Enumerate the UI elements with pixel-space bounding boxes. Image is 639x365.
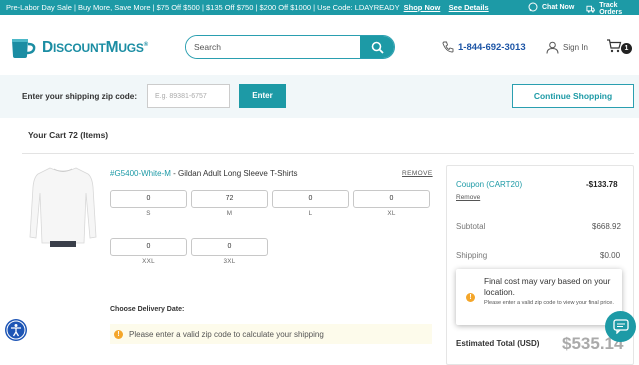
subtotal-label: Subtotal [456, 222, 486, 231]
sign-in-link[interactable]: Sign In [546, 41, 588, 54]
cart-count-badge: 1 [621, 43, 632, 54]
final-cost-tooltip: ! Final cost may vary based on your loca… [456, 269, 622, 325]
logo[interactable]: DISCOUNTMUGS® [8, 37, 148, 59]
accessibility-icon [6, 320, 26, 340]
accessibility-button[interactable] [5, 319, 27, 341]
size-label-3xl: 3XL [223, 258, 236, 265]
delivery-date-label: Choose Delivery Date: [110, 306, 185, 313]
shipping-label: Shipping [456, 251, 488, 260]
size-label-xl: XL [387, 210, 396, 217]
shipping-value: $0.00 [600, 251, 621, 260]
zip-enter-button[interactable]: Enter [239, 84, 286, 108]
product-title: #G5400-White-M - Gildan Adult Long Sleev… [110, 169, 298, 178]
qty-input-s[interactable]: 0 [110, 190, 187, 208]
shop-now-link[interactable]: Shop Now [404, 3, 441, 12]
cart-button[interactable]: 1 [606, 39, 632, 58]
size-label-l: L [308, 210, 313, 217]
track-orders-link[interactable]: Track Orders [586, 2, 639, 16]
promo-text: Pre-Labor Day Sale | Buy More, Save More… [6, 3, 400, 12]
search-button[interactable] [360, 36, 394, 58]
chat-bubble-icon [612, 319, 629, 334]
phone-number: 1-844-692-3013 [458, 41, 526, 53]
product-name: - Gildan Adult Long Sleeve T-Shirts [170, 169, 298, 178]
coupon-label: Coupon (CART20) [456, 180, 523, 189]
qty-input-xxl[interactable]: 0 [110, 238, 187, 256]
track-orders-label: Track Orders [599, 2, 623, 16]
size-label-m: M [226, 210, 233, 217]
chat-now-label: Chat Now [542, 3, 575, 11]
shipping-warning: ! Please enter a valid zip code to calcu… [110, 324, 432, 344]
tooltip-title: Final cost may vary based on your locati… [484, 276, 611, 297]
zip-code-bar: Enter your shipping zip code: Enter Cont… [0, 75, 639, 118]
user-icon [546, 41, 559, 54]
search-bar [185, 35, 395, 59]
search-input[interactable] [186, 36, 362, 58]
estimated-total-label: Estimated Total (USD) [456, 339, 540, 348]
see-details-link[interactable]: See Details [449, 3, 489, 12]
truck-icon [586, 5, 595, 13]
subtotal-value: $668.92 [592, 222, 621, 231]
qty-input-3xl[interactable]: 0 [191, 238, 268, 256]
phone-icon [442, 41, 454, 53]
qty-input-m[interactable]: 72 [191, 190, 268, 208]
chat-now-link[interactable]: Chat Now [528, 2, 574, 12]
chat-button[interactable] [605, 311, 636, 342]
shipping-warning-text: Please enter a valid zip code to calcula… [129, 329, 324, 339]
size-label-xxl: XXL [142, 258, 155, 265]
remove-coupon-link[interactable]: Remove [456, 194, 480, 201]
size-label-s: S [146, 210, 151, 217]
continue-shopping-button[interactable]: Continue Shopping [512, 84, 634, 108]
zip-code-input[interactable] [147, 84, 230, 108]
site-header: DISCOUNTMUGS® 1-844-692-3013 Sign In 1 [0, 15, 639, 75]
cart-title: Your Cart 72 (Items) [28, 130, 109, 140]
phone-link[interactable]: 1-844-692-3013 [442, 41, 526, 53]
qty-input-xl[interactable]: 0 [353, 190, 430, 208]
warning-icon: ! [114, 329, 123, 339]
tooltip-body: Please enter a valid zip code to view yo… [484, 300, 614, 306]
sign-in-label: Sign In [563, 43, 588, 52]
zip-label: Enter your shipping zip code: [22, 92, 138, 101]
product-image [29, 167, 97, 247]
warning-icon: ! [466, 293, 475, 302]
remove-item-link[interactable]: REMOVE [402, 170, 433, 177]
promo-bar: Pre-Labor Day Sale | Buy More, Save More… [0, 0, 639, 16]
mug-logo-icon [12, 39, 36, 58]
qty-input-l[interactable]: 0 [272, 190, 349, 208]
logo-wordmark: DISCOUNTMUGS® [42, 39, 148, 56]
coupon-value: -$133.78 [586, 180, 618, 189]
promo-text-row: Pre-Labor Day Sale | Buy More, Save More… [6, 3, 489, 12]
divider [22, 153, 634, 154]
cart-icon [607, 39, 622, 53]
chat-icon [528, 2, 538, 12]
product-sku-link[interactable]: #G5400-White-M [110, 169, 171, 178]
search-icon [371, 41, 384, 54]
